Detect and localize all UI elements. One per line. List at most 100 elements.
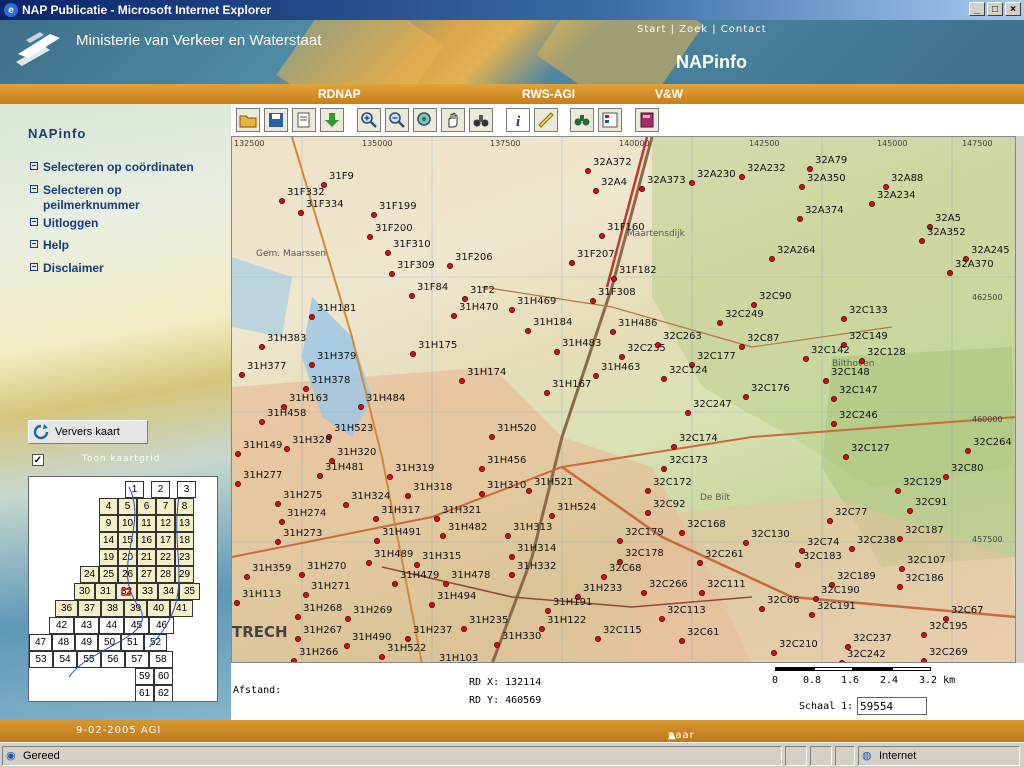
overview-cell[interactable]: 48 (52, 634, 75, 651)
benchmark-marker[interactable] (387, 474, 393, 480)
benchmark-marker[interactable] (392, 581, 398, 587)
overview-cell[interactable]: 40 (147, 600, 170, 617)
benchmark-marker[interactable] (279, 519, 285, 525)
overview-cell[interactable]: 27 (137, 566, 156, 583)
benchmark-marker[interactable] (661, 376, 667, 382)
benchmark-marker[interactable] (443, 581, 449, 587)
close-button[interactable]: × (1005, 2, 1021, 16)
benchmark-marker[interactable] (843, 454, 849, 460)
benchmark-marker[interactable] (771, 650, 777, 656)
overview-cell[interactable]: 29 (175, 566, 194, 583)
benchmark-marker[interactable] (947, 270, 953, 276)
benchmark-marker[interactable] (509, 554, 515, 560)
benchmark-marker[interactable] (440, 533, 446, 539)
benchmark-marker[interactable] (685, 410, 691, 416)
overview-map[interactable]: 1 2 3 4 5 6 7 8 9 10 11 12 13 14 15 16 17 18 19 20 21 22 23 24 2… (28, 476, 218, 702)
overview-cell[interactable]: 37 (78, 600, 101, 617)
minimize-button[interactable]: _ (969, 2, 985, 16)
benchmark-marker[interactable] (244, 574, 250, 580)
overview-cell[interactable]: 13 (175, 515, 194, 532)
benchmark-marker[interactable] (235, 481, 241, 487)
overview-cell[interactable]: 59 (135, 668, 154, 685)
overview-cell[interactable]: 5 (118, 498, 137, 515)
benchmark-marker[interactable] (303, 386, 309, 392)
benchmark-marker[interactable] (639, 186, 645, 192)
benchmark-marker[interactable] (679, 530, 685, 536)
overview-cell[interactable]: 17 (156, 532, 175, 549)
benchmark-marker[interactable] (489, 434, 495, 440)
benchmark-marker[interactable] (447, 263, 453, 269)
benchmark-marker[interactable] (743, 540, 749, 546)
print-button[interactable] (292, 108, 316, 132)
benchmark-marker[interactable] (235, 451, 241, 457)
benchmark-marker[interactable] (405, 636, 411, 642)
benchmark-marker[interactable] (569, 260, 575, 266)
overview-cell[interactable]: 31 (95, 583, 116, 600)
benchmark-marker[interactable] (827, 518, 833, 524)
zoom-in-button[interactable] (357, 108, 381, 132)
overview-cell[interactable]: 62 (154, 685, 173, 701)
benchmark-marker[interactable] (661, 466, 667, 472)
refresh-map-button[interactable]: Ververs kaart (28, 420, 148, 444)
benchmark-marker[interactable] (899, 566, 905, 572)
overview-cell[interactable]: 54 (53, 651, 77, 668)
benchmark-marker[interactable] (545, 608, 551, 614)
benchmark-marker[interactable] (807, 166, 813, 172)
benchmark-marker[interactable] (823, 378, 829, 384)
benchmark-marker[interactable] (409, 293, 415, 299)
benchmark-marker[interactable] (743, 394, 749, 400)
benchmark-marker[interactable] (599, 233, 605, 239)
overview-cell[interactable]: 26 (118, 566, 137, 583)
menu-help[interactable]: Help (30, 238, 69, 253)
benchmark-marker[interactable] (689, 180, 695, 186)
overview-cell[interactable]: 12 (156, 515, 175, 532)
overview-cell[interactable]: 22 (156, 549, 175, 566)
benchmark-marker[interactable] (259, 344, 265, 350)
benchmark-marker[interactable] (298, 210, 304, 216)
benchmark-marker[interactable] (759, 606, 765, 612)
benchmark-marker[interactable] (299, 572, 305, 578)
legend-button[interactable] (598, 108, 622, 132)
overview-cell[interactable]: 50 (98, 634, 121, 651)
benchmark-marker[interactable] (385, 250, 391, 256)
benchmark-marker[interactable] (389, 271, 395, 277)
benchmark-marker[interactable] (275, 539, 281, 545)
benchmark-marker[interactable] (344, 643, 350, 649)
benchmark-marker[interactable] (795, 562, 801, 568)
benchmark-marker[interactable] (434, 516, 440, 522)
benchmark-marker[interactable] (371, 212, 377, 218)
scale-input[interactable] (857, 697, 927, 715)
benchmark-marker[interactable] (897, 536, 903, 542)
overview-cell[interactable]: 35 (179, 583, 200, 600)
zoom-out-button[interactable] (385, 108, 409, 132)
benchmark-marker[interactable] (809, 612, 815, 618)
benchmark-marker[interactable] (645, 510, 651, 516)
benchmark-marker[interactable] (358, 404, 364, 410)
benchmark-marker[interactable] (505, 533, 511, 539)
info-button[interactable]: i (506, 108, 530, 132)
nav-vw[interactable]: V&W (655, 87, 683, 101)
benchmark-marker[interactable] (585, 168, 591, 174)
benchmark-marker[interactable] (275, 501, 281, 507)
search-binoculars-button[interactable] (570, 108, 594, 132)
overview-cell[interactable]: 11 (137, 515, 156, 532)
benchmark-marker[interactable] (803, 356, 809, 362)
benchmark-marker[interactable] (303, 592, 309, 598)
overview-cell[interactable]: 33 (137, 583, 158, 600)
overview-cell[interactable]: 39 (124, 600, 147, 617)
benchmark-marker[interactable] (367, 234, 373, 240)
benchmark-marker[interactable] (509, 307, 515, 313)
benchmark-marker[interactable] (611, 276, 617, 282)
benchmark-marker[interactable] (544, 390, 550, 396)
overview-cell[interactable]: 55 (77, 651, 101, 668)
download-button[interactable] (320, 108, 344, 132)
benchmark-marker[interactable] (259, 419, 265, 425)
overview-cell[interactable]: 10 (118, 515, 137, 532)
overview-cell[interactable]: 44 (99, 617, 124, 634)
benchmark-marker[interactable] (617, 538, 623, 544)
overview-cell[interactable]: 21 (137, 549, 156, 566)
benchmark-marker[interactable] (429, 602, 435, 608)
benchmark-marker[interactable] (921, 632, 927, 638)
benchmark-marker[interactable] (699, 590, 705, 596)
overview-cell[interactable]: 28 (156, 566, 175, 583)
